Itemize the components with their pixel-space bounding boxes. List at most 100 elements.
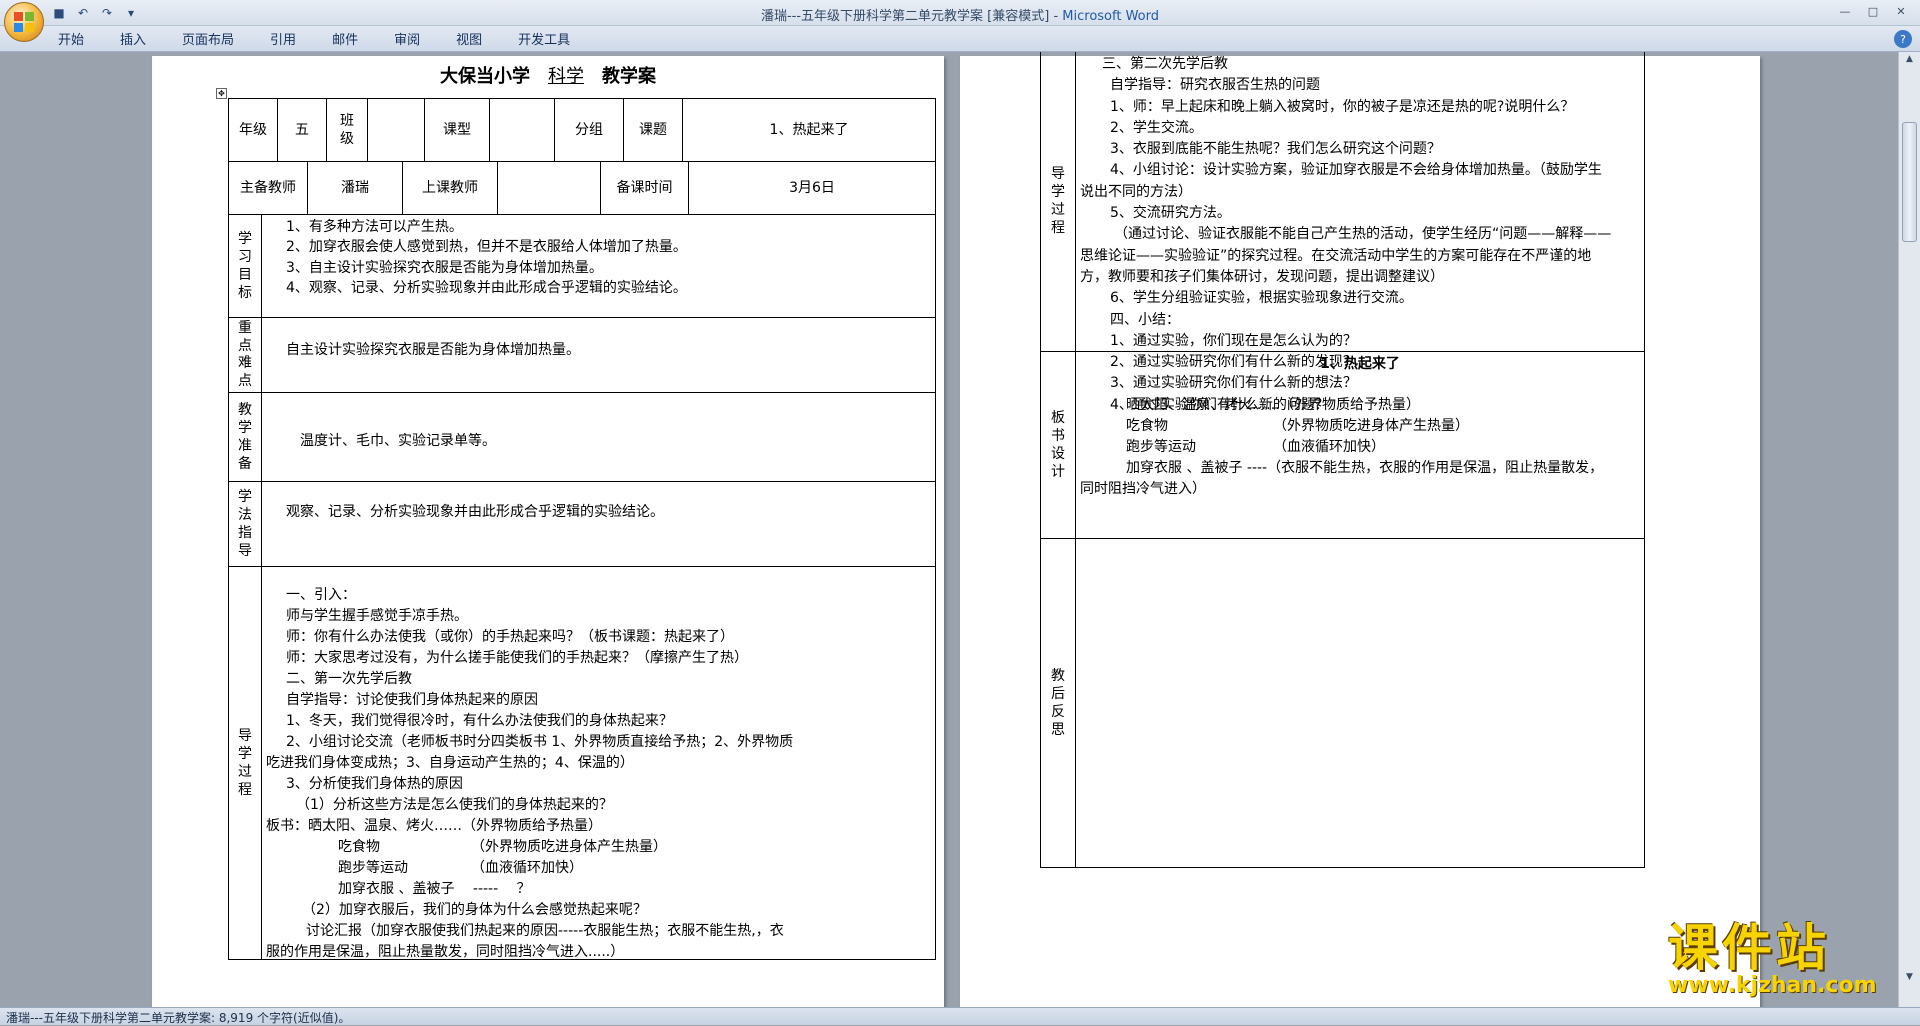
process-line: 板书：晒太阳、温泉、烤火……（外界物质给予热量） [266,818,602,834]
ribbon-tabs: 开始 插入 页面布局 引用 邮件 审阅 视图 开发工具 ? [0,26,1920,52]
process-line: 吃进我们身体变成热；3、自身运动产生热的；4、保温的） [266,755,634,771]
cell-process-label: 导学过程 [228,566,262,960]
cell-course-type-value [489,98,555,162]
cell-prep-content: 温度计、毛巾、实验记录单等。 [261,392,936,482]
document-workspace: 大保当小学 科学 教学案 ✥ 年级 五 班级 课型 分组 课题 1、热起来了 主备教… [0,52,1898,1007]
cell-group-label: 分组 [554,98,624,162]
title-bar: ■ ↶ ↷ ▾ 潘瑞---五年级下册科学第二单元教学案 [兼容模式] - Mic… [0,0,1920,26]
process-line: 师与学生握手感觉手凉手热。 [286,608,468,624]
process-line: （通过讨论、验证衣服能不能自己产生热的活动，使学生经历“问题——解释—— [1114,226,1612,243]
process-line: 思维论证——实验验证”的探究过程。在交流活动中学生的方案可能存在不严谨的地 [1080,247,1592,264]
cell-class-teacher-label: 上课教师 [402,161,498,215]
cell-prep-time-label: 备课时间 [600,161,689,215]
watermark-title: 课件站 [1668,918,1830,977]
process-line: 方，教师要和孩子们集体研讨，发现问题，提出调整建议） [1080,268,1444,285]
board-line: 加穿衣服 、盖被子 ----（衣服不能生热，衣服的作用是保温，阻止热量散发， [1126,460,1604,476]
cell-goals-content: 1、有多种方法可以产生热。 2、加穿衣服会使人感觉到热，但并不是衣服给人体增加了… [261,214,936,318]
process-line: 师：你有什么办法使我（或你）的手热起来吗？（板书课题：热起来了） [286,629,734,645]
process-line: 加穿衣服 、盖被子 ----- ？ [338,881,531,897]
title-subject: 科学 [548,66,584,87]
process-line: 3、衣服到底能不能生热呢？我们怎么研究这个问题？ [1110,141,1441,158]
office-button[interactable] [4,2,44,42]
process-line: 三、第二次先学后教 [1102,56,1228,72]
watermark-url: www.kjzhan.com [1668,972,1877,998]
cell-topic-value: 1、热起来了 [682,98,936,162]
cell-method-label: 学法指导 [228,481,262,567]
process-line: 1、通过实验，你们现在是怎么认为的？ [1110,332,1357,349]
cell-grade-value: 五 [277,98,327,162]
cell-course-type-label: 课型 [424,98,490,162]
minimize-icon[interactable]: — [1832,2,1858,20]
process-line: 吃食物 （外界物质吃进身体产生热量） [338,839,667,855]
cell-reflection-content[interactable] [1075,538,1645,868]
cell-process-label-cont: 导学过程 [1040,52,1076,352]
process-line: 3、分析使我们身体热的原因 [286,776,463,792]
cell-lead-teacher-label: 主备教师 [228,161,308,215]
process-line: 四、小结： [1110,311,1180,328]
scroll-up-icon[interactable]: ▲ [1902,54,1917,68]
process-line: 5、交流研究方法。 [1110,205,1231,222]
cell-method-content: 观察、记录、分析实验现象并由此形成合乎逻辑的实验结论。 [261,481,936,567]
cell-board-content: 1、热起来了 晒太阳、温泉、烤火……（外界物质给予热量） 吃食物 （外界物质吃进… [1075,351,1645,539]
title-suffix: 教学案 [602,66,656,87]
status-text: 潘瑞---五年级下册科学第二单元教学案: 8,919 个字符(近似值)。 [6,1011,351,1025]
process-line: 1、冬天，我们觉得很冷时，有什么办法使我们的身体热起来？ [286,713,673,729]
office-logo-icon [14,12,34,32]
process-line: 2、小组讨论交流（老师板书时分四类板书 1、外界物质直接给予热；2、外界物质 [286,734,794,750]
cell-lead-teacher-value: 潘瑞 [307,161,403,215]
process-line: 跑步等运动 （血液循环加快） [338,860,583,876]
board-line: 吃食物 （外界物质吃进身体产生热量） [1126,418,1469,434]
tab-review[interactable]: 审阅 [394,29,420,48]
process-line: 服的作用是保温，阻止热量散发，同时阻挡冷气进入.....） [266,944,625,960]
cell-process-content: 一、引入： 师与学生握手感觉手凉手热。 师：你有什么办法使我（或你）的手热起来吗… [261,566,936,960]
tab-insert[interactable]: 插入 [120,29,146,48]
process-line: 6、学生分组验证实验，根据实验现象进行交流。 [1110,290,1413,307]
cell-prep-label: 教学准备 [228,392,262,482]
tab-home[interactable]: 开始 [58,29,84,48]
vertical-scrollbar[interactable]: ▲ ▼ [1898,52,1920,1007]
app-name: Microsoft Word [1062,9,1160,24]
process-line: 4、小组讨论：设计实验方案，验证加穿衣服是不会给身体增加热量。（鼓励学生 [1110,162,1602,179]
cell-board-label: 板书设计 [1040,351,1076,539]
process-line: 讨论汇报（加穿衣服使我们热起来的原因-----衣服能生热；衣服不能生热,，衣 [306,923,784,939]
process-line: 自学指导：研究衣服否生热的问题 [1110,77,1320,94]
tab-page-layout[interactable]: 页面布局 [182,29,234,48]
window-controls: — □ ✕ [1832,2,1914,20]
document-page-2[interactable]: 导学过程 三、第二次先学后教 自学指导：研究衣服否生热的问题 1、师：早上起床和… [960,52,1760,1007]
cell-key-points-content: 自主设计实验探究衣服是否能为身体增加热量。 [261,317,936,393]
process-line: 2、学生交流。 [1110,119,1203,136]
cell-goals-label: 学习目标 [228,214,262,318]
tab-mailings[interactable]: 邮件 [332,29,358,48]
document-page-1[interactable]: 大保当小学 科学 教学案 ✥ 年级 五 班级 课型 分组 课题 1、热起来了 主备教… [152,56,944,1007]
cell-prep-time-value: 3月6日 [688,161,936,215]
process-line: （1）分析这些方法是怎么使我们的身体热起来的？ [296,797,613,813]
cell-class-teacher-value [497,161,601,215]
status-bar: 潘瑞---五年级下册科学第二单元教学案: 8,919 个字符(近似值)。 [0,1007,1920,1025]
board-line: 同时阻挡冷气进入） [1080,481,1206,497]
tab-view[interactable]: 视图 [456,29,482,48]
cell-grade-label: 年级 [228,98,278,162]
board-title: 1、热起来了 [1320,356,1400,372]
document-title: 大保当小学 科学 教学案 [152,62,944,88]
table-move-handle-icon[interactable]: ✥ [216,88,227,99]
maximize-icon[interactable]: □ [1860,2,1886,20]
cell-class-value [367,98,425,162]
process-line: 1、师：早上起床和晚上躺入被窝时，你的被子是凉还是热的呢?说明什么？ [1110,98,1575,115]
cell-process-content-cont: 三、第二次先学后教 自学指导：研究衣服否生热的问题 1、师：早上起床和晚上躺入被… [1075,52,1645,413]
tab-references[interactable]: 引用 [270,29,296,48]
process-line: 一、引入： [286,587,356,603]
close-icon[interactable]: ✕ [1888,2,1914,20]
process-line: 二、第一次先学后教 [286,671,412,687]
scroll-thumb[interactable] [1902,122,1917,242]
board-line: 晒太阳、温泉、烤火……（外界物质给予热量） [1126,397,1420,413]
process-line: 师：大家思考过没有，为什么搓手能使我们的手热起来？（摩擦产生了热） [286,650,748,666]
tab-developer[interactable]: 开发工具 [518,29,570,48]
cell-key-points-label: 重点难点 [228,317,262,393]
help-icon[interactable]: ? [1894,30,1912,48]
process-line: （2）加穿衣服后，我们的身体为什么会感觉热起来呢？ [302,902,647,918]
board-line: 跑步等运动 （血液循环加快） [1126,439,1385,455]
goal-item: 2、加穿衣服会使人感觉到热，但并不是衣服给人体增加了热量。 [286,239,687,256]
cell-class-label: 班级 [326,98,368,162]
process-line: 说出不同的方法） [1080,183,1192,200]
goal-item: 4、观察、记录、分析实验现象并由此形成合乎逻辑的实验结论。 [286,279,687,296]
